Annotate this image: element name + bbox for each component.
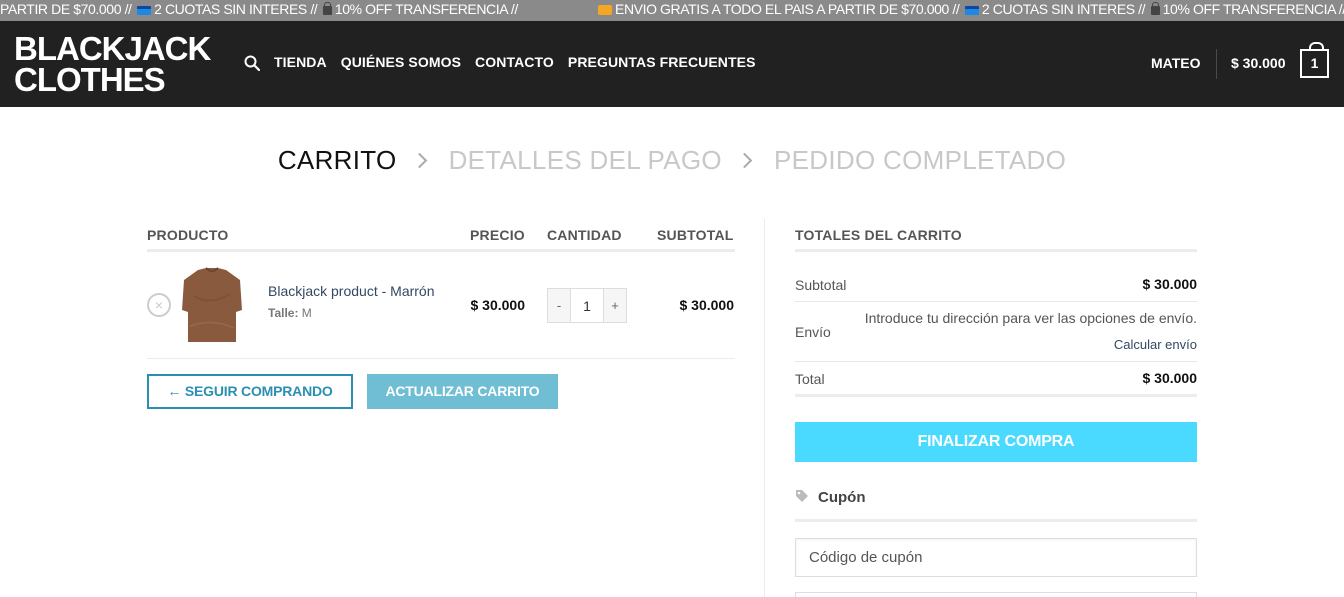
site-logo[interactable]: BLACKJACK CLOTHES [14,30,211,98]
table-row-divider [147,358,735,359]
nav-item-preguntas-frecuentes[interactable]: PREGUNTAS FRECUENTES [568,54,756,70]
product-name-link[interactable]: Blackjack product - Marrón [268,283,435,299]
column-header-product: PRODUCTO [147,227,229,243]
subtotal-label: Subtotal [795,277,847,293]
item-price: $ 30.000 [470,297,526,313]
lock-icon [1150,1,1160,15]
cart-totals-title: TOTALES DEL CARRITO [795,227,962,243]
totals-row-divider [795,301,1197,302]
subtotal-value: $ 30.000 [1142,276,1198,292]
step-order-complete: PEDIDO COMPLETADO [774,144,1067,175]
column-header-price: PRECIO [470,227,525,243]
continue-shopping-button[interactable]: ← SEGUIR COMPRANDO [147,374,353,409]
column-divider [764,219,765,597]
logo-line: BLACKJACK [14,30,211,67]
apply-coupon-button[interactable] [795,592,1197,597]
header-divider [1216,49,1217,79]
product-variation: Talle: M [268,306,312,320]
announcement-text: 2 CUOTAS SIN INTERES // [154,1,318,17]
announcement-text: PARTIR DE $70.000 // [0,1,132,17]
table-header-divider [147,249,735,252]
coupon-divider [795,519,1197,522]
coupon-title: Cupón [818,489,866,506]
calculate-shipping-link[interactable]: Calcular envío [1114,337,1197,352]
update-cart-button[interactable]: ACTUALIZAR CARRITO [367,374,558,409]
shipping-label: Envío [795,324,831,340]
size-label: Talle: [268,306,299,320]
step-cart[interactable]: CARRITO [278,145,397,176]
coupon-code-input[interactable] [795,538,1197,577]
quantity-input[interactable] [570,289,604,322]
chevron-right-icon [411,152,428,168]
shipping-note: Introduce tu dirección para ver las opci… [864,310,1197,326]
announcement-text: 10% OFF TRANSFERENCIA // [334,1,518,17]
size-value: M [301,306,312,320]
proceed-to-checkout-button[interactable]: FINALIZAR COMPRA [795,422,1197,462]
announcement-segment: PARTIR DE $70.000 // 2 CUOTAS SIN INTERE… [0,0,518,21]
totals-row-divider [795,361,1197,362]
cart-bag-icon[interactable]: 1 [1300,42,1329,78]
credit-card-icon [964,5,979,15]
quantity-stepper: - + [547,288,627,323]
logo-line: CLOTHES [14,61,166,98]
nav-item-tienda[interactable]: TIENDA [274,54,327,70]
step-payment-details[interactable]: DETALLES DEL PAGO [449,145,722,176]
totals-header-divider [795,249,1197,252]
quantity-decrease-button[interactable]: - [548,289,570,322]
site-header: BLACKJACK CLOTHES TIENDA QUIÉNES SOMOS C… [0,21,1344,107]
quantity-increase-button[interactable]: + [604,289,626,322]
lock-icon [322,1,332,15]
totals-footer-divider [795,394,1197,397]
checkout-steps: CARRITO DETALLES DEL PAGO PEDIDO COMPLET… [0,143,1344,176]
total-label: Total [795,371,825,387]
item-subtotal: $ 30.000 [679,297,735,313]
announcement-text: 10% OFF TRANSFERENCIA // [1162,1,1344,17]
chevron-right-icon [737,152,753,168]
announcement-text: 2 CUOTAS SIN INTERES // [981,1,1146,17]
nav-item-contacto[interactable]: CONTACTO [475,54,554,70]
credit-card-icon [137,5,152,15]
announcement-bar: PARTIR DE $70.000 // 2 CUOTAS SIN INTERE… [0,0,1344,21]
announcement-text: ENVIO GRATIS A TODO EL PAIS A PARTIR DE … [615,1,960,17]
nav-item-quienes-somos[interactable]: QUIÉNES SOMOS [341,54,461,70]
main-nav: TIENDA QUIÉNES SOMOS CONTACTO PREGUNTAS … [274,54,756,70]
tag-icon [796,490,808,502]
account-link[interactable]: MATEO [1151,55,1201,71]
search-icon[interactable] [244,55,260,71]
header-cart-total[interactable]: $ 30.000 [1231,55,1286,71]
column-header-quantity: CANTIDAD [547,227,622,243]
total-value: $ 30.000 [1142,370,1198,386]
truck-icon [598,5,612,16]
column-header-subtotal: SUBTOTAL [657,227,734,243]
remove-item-button[interactable]: × [147,293,171,317]
announcement-segment: ENVIO GRATIS A TODO EL PAIS A PARTIR DE … [596,0,1344,21]
product-thumbnail[interactable] [180,266,244,344]
